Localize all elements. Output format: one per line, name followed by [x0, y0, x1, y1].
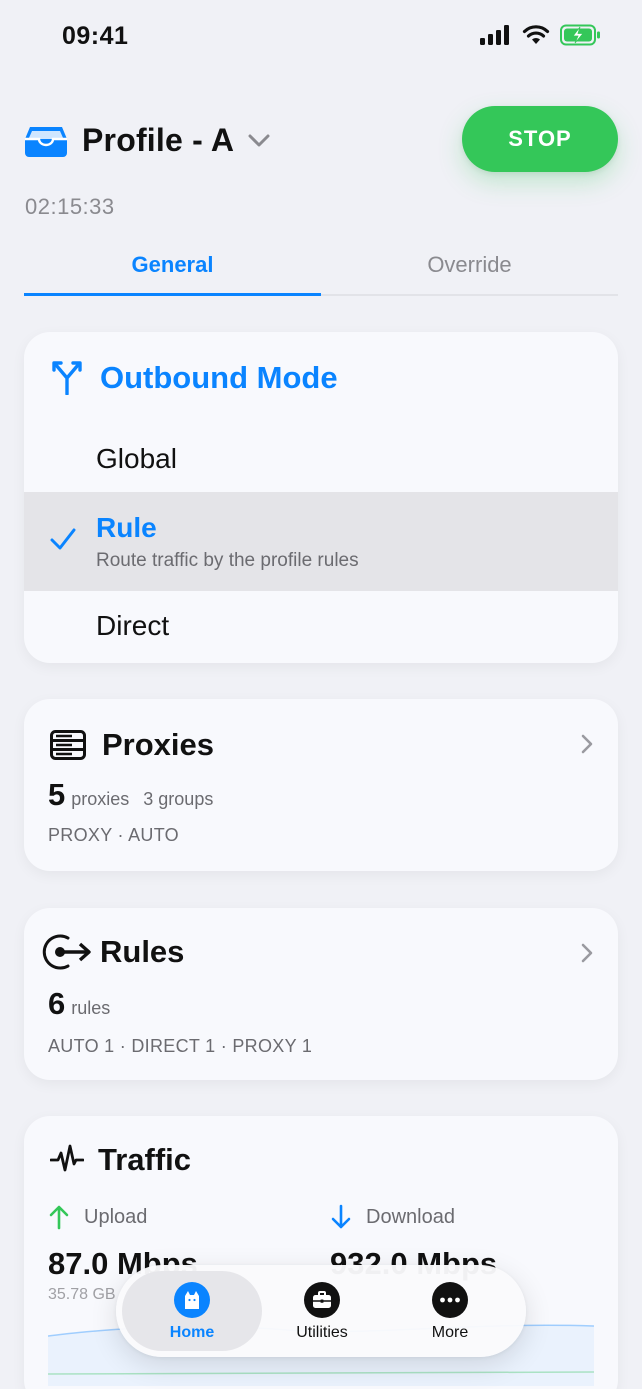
- traffic-title: Traffic: [98, 1142, 192, 1177]
- tab-override[interactable]: Override: [321, 252, 618, 278]
- rules-unit: rules: [71, 998, 111, 1018]
- chevron-right-icon: [581, 943, 593, 963]
- tray-icon: [25, 126, 67, 157]
- tab-bar: General Override: [24, 240, 618, 296]
- mode-rule[interactable]: Rule Route traffic by the profile rules: [24, 492, 618, 591]
- arrow-down-icon: [331, 1204, 351, 1229]
- toolbox-icon: [304, 1282, 340, 1318]
- more-dots-icon: [432, 1282, 468, 1318]
- tab-general[interactable]: General: [24, 252, 321, 278]
- mode-label: Rule: [96, 512, 157, 543]
- mode-global[interactable]: Global: [24, 437, 618, 491]
- rules-summary: AUTO 1 · DIRECT 1 · PROXY 1: [48, 1036, 313, 1056]
- rules-card[interactable]: Rules 6 rules AUTO 1 · DIRECT 1 · PROXY …: [24, 908, 618, 1080]
- chevron-right-icon: [581, 734, 593, 754]
- nav-more[interactable]: More: [380, 1271, 520, 1351]
- bottom-tab-bar: Home Utilities More: [116, 1265, 526, 1357]
- rules-stats: 6 rules: [48, 986, 110, 1022]
- proxies-groups: 3 groups: [143, 789, 214, 809]
- nav-label: More: [431, 1324, 469, 1341]
- cellular-signal-icon: [480, 25, 509, 45]
- traffic-header: Traffic: [50, 1142, 191, 1178]
- proxies-summary: PROXY · AUTO: [48, 825, 179, 845]
- status-bar: 09:41: [0, 0, 642, 72]
- proxies-stats: 5 proxies 3 groups: [48, 777, 213, 813]
- route-arrow-icon: [42, 934, 91, 970]
- nav-home[interactable]: Home: [122, 1271, 262, 1351]
- proxies-count: 5: [48, 777, 66, 812]
- status-icons: [480, 24, 602, 46]
- upload-label-row: Upload: [48, 1204, 198, 1230]
- rules-header: Rules: [42, 932, 184, 972]
- outbound-mode-card: Outbound Mode Global Rule Route traffic …: [24, 332, 618, 663]
- outbound-mode-header: Outbound Mode: [52, 360, 338, 396]
- stop-button[interactable]: STOP: [462, 106, 618, 172]
- proxies-unit: proxies: [71, 789, 130, 809]
- download-label-row: Download: [330, 1204, 497, 1230]
- proxies-header: Proxies: [50, 727, 214, 763]
- mode-direct[interactable]: Direct: [24, 592, 618, 662]
- mode-label: Direct: [96, 610, 170, 641]
- status-time: 09:41: [62, 22, 129, 50]
- proxies-card[interactable]: Proxies 5 proxies 3 groups PROXY · AUTO: [24, 699, 618, 871]
- chevron-down-icon: [248, 134, 270, 146]
- mode-label: Global: [96, 443, 177, 474]
- download-label: Download: [366, 1205, 455, 1228]
- rules-count: 6: [48, 986, 66, 1021]
- arrow-up-icon: [49, 1205, 69, 1230]
- upload-label: Upload: [84, 1205, 148, 1228]
- nav-utilities[interactable]: Utilities: [252, 1271, 392, 1351]
- cat-icon: [174, 1282, 210, 1318]
- fork-arrow-icon: [52, 361, 82, 395]
- tab-indicator: [24, 293, 321, 296]
- mode-description: Route traffic by the profile rules: [96, 550, 359, 571]
- rules-title: Rules: [100, 934, 185, 969]
- profile-name: Profile - A: [82, 122, 235, 158]
- battery-charging-icon: [560, 24, 600, 46]
- profile-selector[interactable]: Profile - A: [24, 122, 270, 159]
- server-rack-icon: [50, 730, 86, 760]
- outbound-mode-title: Outbound Mode: [100, 360, 338, 395]
- nav-label: Utilities: [296, 1324, 348, 1341]
- header: Profile - A STOP: [24, 104, 618, 184]
- proxies-title: Proxies: [102, 727, 215, 762]
- nav-label: Home: [169, 1324, 215, 1341]
- elapsed-time: 02:15:33: [25, 194, 115, 219]
- waveform-icon: [50, 1144, 84, 1172]
- wifi-icon: [522, 25, 550, 44]
- checkmark-icon: [50, 528, 76, 550]
